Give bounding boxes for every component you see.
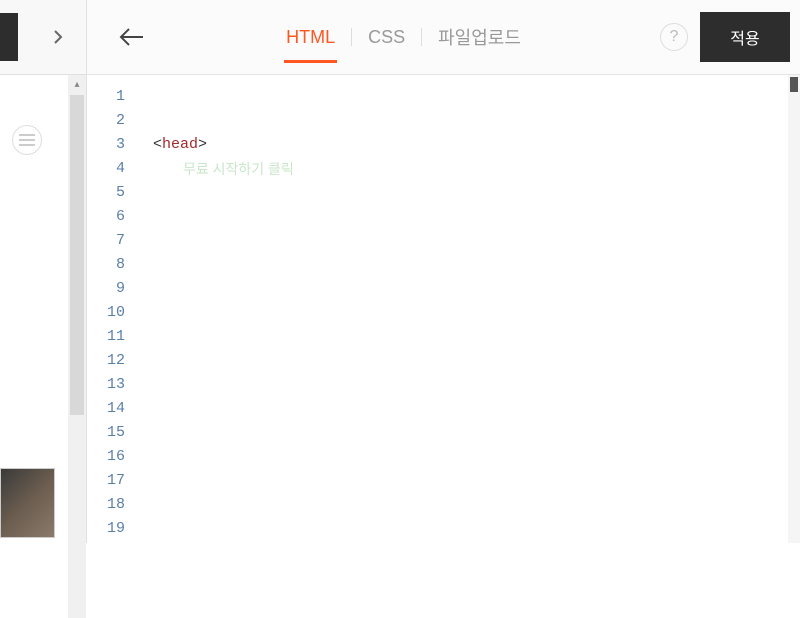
line-number-gutter: 1 2 3 4 5 6 7 8 9 10 11 12 13 14 15 16 1… bbox=[87, 75, 135, 543]
line-number: 19 bbox=[87, 517, 125, 541]
code-line: <head> bbox=[153, 133, 800, 157]
left-dark-tab[interactable] bbox=[0, 13, 18, 61]
right-scrollbar[interactable] bbox=[788, 75, 800, 543]
line-number: 13 bbox=[87, 373, 125, 397]
line-number: 16 bbox=[87, 445, 125, 469]
line-number: 18 bbox=[87, 493, 125, 517]
help-button[interactable]: ? bbox=[660, 23, 688, 51]
line-number: 14 bbox=[87, 397, 125, 421]
tag-bracket: < bbox=[153, 136, 162, 153]
line-number: 8 bbox=[87, 253, 125, 277]
back-button[interactable] bbox=[117, 22, 147, 52]
right-scroll-thumb[interactable] bbox=[790, 77, 798, 92]
tag-name: head bbox=[162, 136, 198, 153]
code-content[interactable]: <head> 무료 시작하기 클릭 bbox=[135, 75, 800, 543]
apply-button[interactable]: 적용 bbox=[700, 12, 790, 62]
line-number: 1 bbox=[87, 85, 125, 109]
scroll-up-arrow[interactable]: ▴ bbox=[68, 75, 86, 93]
thumbnail-image[interactable] bbox=[0, 468, 55, 538]
left-top-bar bbox=[0, 0, 86, 75]
code-line bbox=[153, 85, 800, 109]
line-number: 12 bbox=[87, 349, 125, 373]
hint-text: 무료 시작하기 클릭 bbox=[153, 161, 294, 177]
left-sidebar: ▴ bbox=[0, 0, 87, 543]
line-number: 9 bbox=[87, 277, 125, 301]
tab-css[interactable]: CSS bbox=[352, 17, 421, 57]
chevron-right-icon bbox=[53, 29, 63, 45]
line-number: 7 bbox=[87, 229, 125, 253]
line-number: 2 bbox=[87, 109, 125, 133]
code-line: 무료 시작하기 클릭 bbox=[153, 157, 800, 181]
code-editor[interactable]: 1 2 3 4 5 6 7 8 9 10 11 12 13 14 15 16 1… bbox=[87, 75, 800, 543]
line-number: 11 bbox=[87, 325, 125, 349]
tab-bar: HTML CSS 파일업로드 bbox=[270, 17, 537, 57]
tab-html[interactable]: HTML bbox=[270, 17, 351, 57]
main-panel: HTML CSS 파일업로드 ? 적용 1 2 3 4 5 6 7 8 9 10… bbox=[87, 0, 800, 543]
tab-upload[interactable]: 파일업로드 bbox=[422, 17, 537, 57]
back-arrow-icon bbox=[119, 27, 145, 47]
collapse-button[interactable] bbox=[38, 17, 78, 57]
line-number: 15 bbox=[87, 421, 125, 445]
line-number: 3 bbox=[87, 133, 125, 157]
line-number: 6 bbox=[87, 205, 125, 229]
line-number: 4 bbox=[87, 157, 125, 181]
line-number: 5 bbox=[87, 181, 125, 205]
left-scrollbar[interactable]: ▴ bbox=[68, 75, 86, 618]
line-number: 10 bbox=[87, 301, 125, 325]
editor-header: HTML CSS 파일업로드 ? 적용 bbox=[87, 0, 800, 75]
tag-bracket: > bbox=[198, 136, 207, 153]
line-number: 17 bbox=[87, 469, 125, 493]
left-scroll-thumb[interactable] bbox=[70, 95, 84, 415]
hamburger-icon bbox=[19, 134, 35, 146]
menu-button[interactable] bbox=[12, 125, 42, 155]
code-line bbox=[153, 109, 800, 133]
